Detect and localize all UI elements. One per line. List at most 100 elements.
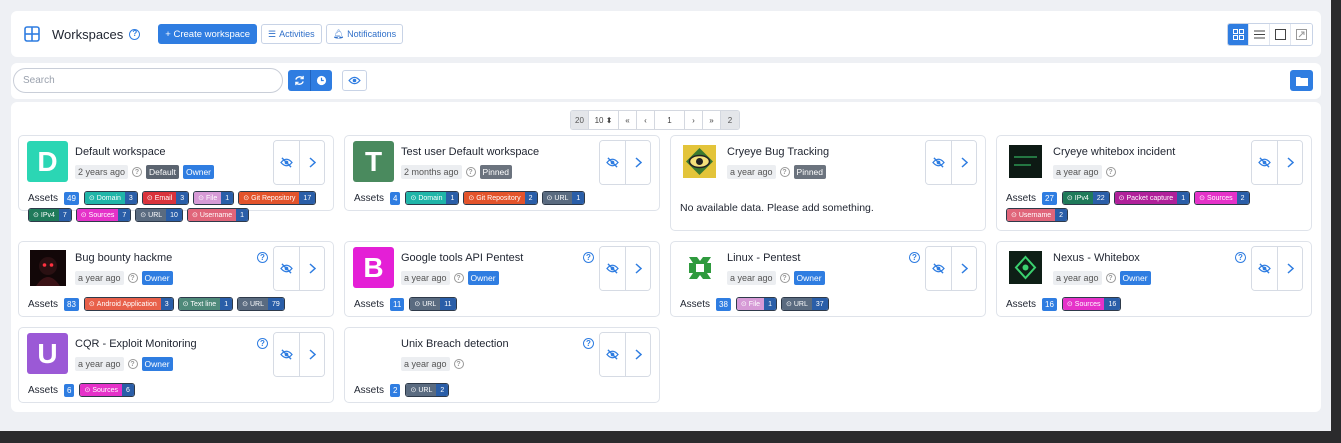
history-button[interactable] bbox=[310, 70, 332, 91]
asset-chip[interactable]: ⊙ Email 3 bbox=[141, 191, 190, 205]
workspace-card[interactable]: U CQR - Exploit Monitoring a year ago ? Ow… bbox=[18, 327, 334, 403]
workspace-card[interactable]: Cryeye whitebox incident a year ago ? As… bbox=[996, 135, 1312, 231]
asset-chip[interactable]: ⊙ IPv4 22 bbox=[1061, 191, 1110, 205]
asset-chip[interactable]: ⊙ Sources 2 bbox=[1194, 191, 1250, 205]
asset-chip[interactable]: ⊙ URL 2 bbox=[405, 383, 450, 397]
asset-chip[interactable]: ⊙ Android Application 3 bbox=[83, 297, 174, 311]
single-view-button[interactable] bbox=[1270, 24, 1291, 45]
asset-chip[interactable]: ⊙ URL 10 bbox=[135, 208, 183, 222]
info-icon[interactable]: ? bbox=[127, 273, 138, 283]
workspace-title[interactable]: Test user Default workspace bbox=[401, 146, 539, 158]
workspace-title[interactable]: CQR - Exploit Monitoring bbox=[75, 338, 197, 350]
open-workspace-button[interactable] bbox=[625, 333, 650, 376]
asset-chip[interactable]: ⊙ Username 2 bbox=[1006, 208, 1069, 222]
grid-view-button[interactable] bbox=[1228, 24, 1249, 45]
open-workspace-button[interactable] bbox=[299, 247, 324, 290]
workspace-card[interactable]: Linux - Pentest a year ago ? Owner? Asset… bbox=[670, 241, 986, 317]
last-page-button[interactable]: » bbox=[703, 111, 721, 129]
page-size-select[interactable]: 10 ⬍ bbox=[589, 111, 619, 129]
help-icon[interactable]: ? bbox=[129, 28, 141, 40]
asset-chip[interactable]: ⊙ URL 11 bbox=[409, 297, 457, 311]
hide-workspace-button[interactable] bbox=[600, 333, 625, 376]
asset-chip[interactable]: ⊙ Sources 6 bbox=[79, 383, 135, 397]
first-page-button[interactable]: « bbox=[619, 111, 637, 129]
asset-chip[interactable]: ⊙ Git Repository 17 bbox=[238, 191, 317, 205]
list-view-button[interactable] bbox=[1249, 24, 1270, 45]
help-icon[interactable]: ? bbox=[909, 252, 920, 263]
visibility-button[interactable] bbox=[342, 70, 367, 91]
asset-chip[interactable]: ⊙ Git Repository 2 bbox=[463, 191, 538, 205]
folder-button[interactable] bbox=[1290, 70, 1313, 91]
info-icon[interactable]: ? bbox=[779, 273, 790, 283]
open-workspace-button[interactable] bbox=[1277, 141, 1302, 184]
asset-chip[interactable]: ⊙ Domain 3 bbox=[83, 191, 138, 205]
help-icon[interactable]: ? bbox=[257, 338, 268, 349]
info-icon[interactable]: ? bbox=[453, 273, 464, 283]
workspace-card[interactable]: Cryeye Bug Tracking a year ago ? Pinned N… bbox=[670, 135, 986, 231]
workspace-card[interactable]: D Default workspace 2 years ago ? Default O… bbox=[18, 135, 334, 222]
workspace-title[interactable]: Bug bounty hackme bbox=[75, 252, 172, 264]
create-workspace-button[interactable]: + Create workspace bbox=[158, 24, 258, 44]
asset-chip[interactable]: ⊙ URL 37 bbox=[780, 297, 829, 311]
prev-page-button[interactable]: ‹ bbox=[637, 111, 655, 129]
asset-chip[interactable]: ⊙ Text line 1 bbox=[177, 297, 234, 311]
hide-workspace-button[interactable] bbox=[274, 333, 299, 376]
asset-chip[interactable]: ⊙ File 1 bbox=[735, 297, 777, 311]
workspace-card[interactable]: T Test user Default workspace 2 months ag… bbox=[344, 135, 660, 211]
info-icon[interactable]: ? bbox=[453, 359, 464, 369]
hide-workspace-button[interactable] bbox=[1252, 141, 1277, 184]
hide-workspace-button[interactable] bbox=[1252, 247, 1277, 290]
open-workspace-button[interactable] bbox=[625, 141, 650, 184]
info-icon[interactable]: ? bbox=[1105, 273, 1116, 283]
asset-chip[interactable]: ⊙ Packet capture 1 bbox=[1113, 191, 1191, 205]
search-input[interactable] bbox=[13, 68, 283, 93]
hide-workspace-button[interactable] bbox=[274, 141, 299, 184]
workspace-card[interactable]: Bug bounty hackme a year ago ? Owner? Ass… bbox=[18, 241, 334, 317]
page-size-total[interactable]: 20 bbox=[571, 111, 589, 129]
open-workspace-button[interactable] bbox=[299, 333, 324, 376]
asset-chip[interactable]: ⊙ URL 1 bbox=[541, 191, 586, 205]
workspace-title[interactable]: Google tools API Pentest bbox=[401, 252, 523, 264]
info-icon[interactable]: ? bbox=[779, 167, 790, 177]
open-workspace-button[interactable] bbox=[1277, 247, 1302, 290]
open-workspace-button[interactable] bbox=[951, 141, 976, 184]
info-icon[interactable]: ? bbox=[465, 167, 476, 177]
activities-button[interactable]: ☰ Activities bbox=[261, 24, 322, 44]
help-icon[interactable]: ? bbox=[583, 252, 594, 263]
hide-workspace-button[interactable] bbox=[274, 247, 299, 290]
open-workspace-button[interactable] bbox=[951, 247, 976, 290]
asset-chip[interactable]: ⊙ URL 79 bbox=[237, 297, 285, 311]
current-page[interactable]: 1 bbox=[655, 111, 685, 129]
info-icon[interactable]: ? bbox=[127, 359, 138, 369]
workspace-title[interactable]: Cryeye Bug Tracking bbox=[727, 146, 829, 158]
workspace-title[interactable]: Linux - Pentest bbox=[727, 252, 800, 264]
hide-workspace-button[interactable] bbox=[926, 247, 951, 290]
help-icon[interactable]: ? bbox=[1235, 252, 1246, 263]
open-workspace-button[interactable] bbox=[299, 141, 324, 184]
asset-chip[interactable]: ⊙ File 1 bbox=[193, 191, 235, 205]
hide-workspace-button[interactable] bbox=[600, 141, 625, 184]
info-icon[interactable]: ? bbox=[1105, 167, 1116, 177]
notifications-button[interactable]: 🔔︎ Notifications bbox=[325, 24, 404, 44]
help-icon[interactable]: ? bbox=[583, 338, 594, 349]
refresh-button[interactable] bbox=[288, 70, 310, 91]
hide-workspace-button[interactable] bbox=[600, 247, 625, 290]
asset-chip[interactable]: ⊙ IPv4 7 bbox=[28, 208, 72, 222]
workspace-card[interactable]: Nexus - Whitebox a year ago ? Owner? Asse… bbox=[996, 241, 1312, 317]
asset-chip[interactable]: ⊙ Sources 16 bbox=[1061, 297, 1122, 311]
expand-view-button[interactable] bbox=[1291, 24, 1312, 45]
help-icon[interactable]: ? bbox=[257, 252, 268, 263]
workspace-title[interactable]: Nexus - Whitebox bbox=[1053, 252, 1140, 264]
workspace-card[interactable]: Unix Breach detection a year ago ?? Asse… bbox=[344, 327, 660, 403]
asset-chip[interactable]: ⊙ Sources 7 bbox=[75, 208, 132, 222]
info-icon[interactable]: ? bbox=[132, 167, 143, 177]
workspace-title[interactable]: Cryeye whitebox incident bbox=[1053, 146, 1175, 158]
hide-workspace-button[interactable] bbox=[926, 141, 951, 184]
next-page-button[interactable]: › bbox=[685, 111, 703, 129]
asset-chip[interactable]: ⊙ Domain 1 bbox=[405, 191, 460, 205]
workspace-title[interactable]: Unix Breach detection bbox=[401, 338, 509, 350]
workspace-title[interactable]: Default workspace bbox=[75, 146, 166, 158]
asset-chip[interactable]: ⊙ Username 1 bbox=[186, 208, 250, 222]
workspace-card[interactable]: B Google tools API Pentest a year ago ? Ow… bbox=[344, 241, 660, 317]
open-workspace-button[interactable] bbox=[625, 247, 650, 290]
